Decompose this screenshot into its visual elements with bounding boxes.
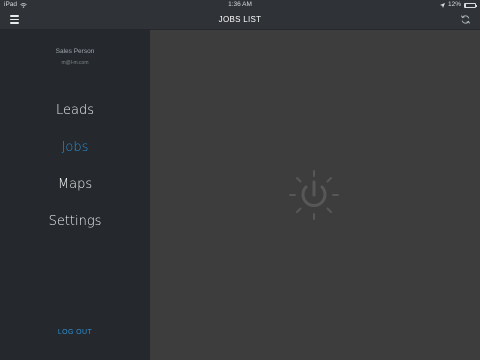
sidebar: Sales Person m@l-m.com Leads Jobs Maps S…: [0, 30, 150, 360]
page-title: JOBS LIST: [218, 15, 262, 24]
battery-percent: 12%: [447, 1, 461, 8]
user-name: Sales Person: [55, 48, 95, 55]
sidebar-item-settings[interactable]: Settings: [0, 214, 150, 229]
sidebar-item-leads[interactable]: Leads: [0, 103, 150, 118]
top-navbar: JOBS LIST: [0, 10, 480, 30]
status-time: 1:36 AM: [228, 1, 252, 8]
status-bar: iPad 1:36 AM 12%: [0, 0, 480, 10]
sidebar-item-maps[interactable]: Maps: [0, 177, 150, 192]
jobs-list-content: [150, 30, 480, 360]
refresh-icon[interactable]: [460, 14, 471, 25]
battery-level: [465, 3, 467, 7]
sidebar-item-jobs[interactable]: Jobs: [0, 140, 150, 155]
power-loader-icon: [289, 170, 339, 220]
battery-icon: [464, 2, 477, 8]
location-arrow-icon: [439, 2, 445, 8]
logout-button[interactable]: LOG OUT: [0, 329, 150, 336]
status-right: 12%: [439, 0, 477, 10]
user-email: m@l-m.com: [61, 60, 89, 66]
